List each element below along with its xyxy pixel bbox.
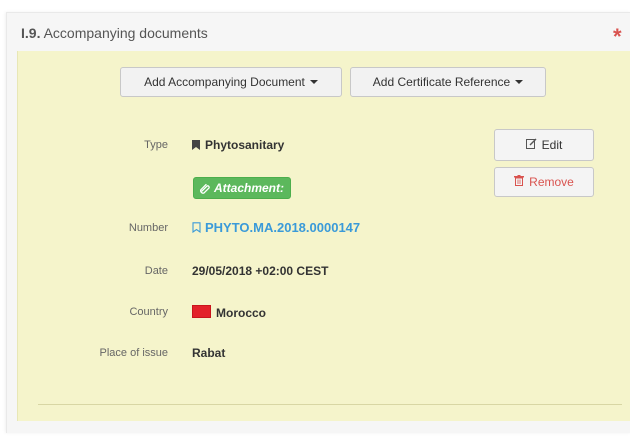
- document-box: Add Accompanying Document Add Certificat…: [17, 51, 630, 421]
- section-number: I.9.: [21, 25, 41, 41]
- number-text: PHYTO.MA.2018.0000147: [205, 220, 361, 235]
- place-of-issue-label: Place of issue: [99, 347, 168, 359]
- place-of-issue-value: Rabat: [192, 346, 226, 360]
- edit-button[interactable]: Edit: [494, 129, 594, 161]
- edit-icon: [525, 138, 537, 152]
- edit-label: Edit: [541, 138, 563, 152]
- date-value: 29/05/2018 +02:00 CEST: [192, 264, 329, 278]
- trash-icon: [514, 175, 525, 189]
- add-accompanying-document-label: Add Accompanying Document: [144, 75, 305, 89]
- number-label: Number: [128, 222, 168, 234]
- divider: [38, 404, 622, 405]
- remove-label: Remove: [529, 175, 574, 189]
- bookmark-icon: [192, 140, 200, 150]
- type-value: Phytosanitary: [192, 138, 284, 152]
- caret-down-icon: [309, 80, 318, 84]
- date-label: Date: [144, 265, 168, 277]
- add-accompanying-document-button[interactable]: Add Accompanying Document: [120, 67, 342, 97]
- type-label: Type: [144, 139, 168, 151]
- number-link[interactable]: PHYTO.MA.2018.0000147: [192, 220, 360, 235]
- country-text: Morocco: [216, 306, 267, 320]
- add-certificate-reference-button[interactable]: Add Certificate Reference: [350, 67, 546, 97]
- required-indicator: *: [613, 24, 622, 49]
- section-title-text: Accompanying documents: [43, 25, 208, 41]
- bookmark-outline-icon: [192, 222, 201, 233]
- attachment-badge[interactable]: Attachment:: [193, 177, 292, 199]
- paperclip-icon: [200, 183, 210, 194]
- add-certificate-reference-label: Add Certificate Reference: [372, 75, 511, 89]
- section-title: I.9. Accompanying documents: [21, 25, 208, 41]
- type-text: Phytosanitary: [205, 138, 285, 152]
- morocco-flag-icon: [192, 305, 211, 318]
- country-label: Country: [129, 306, 168, 318]
- accompanying-documents-panel: I.9. Accompanying documents * Add Accomp…: [6, 12, 630, 433]
- caret-down-icon: [515, 80, 524, 84]
- attachment-label: Attachment:: [214, 181, 285, 195]
- country-value: Morocco: [192, 305, 266, 320]
- remove-button[interactable]: Remove: [494, 167, 594, 197]
